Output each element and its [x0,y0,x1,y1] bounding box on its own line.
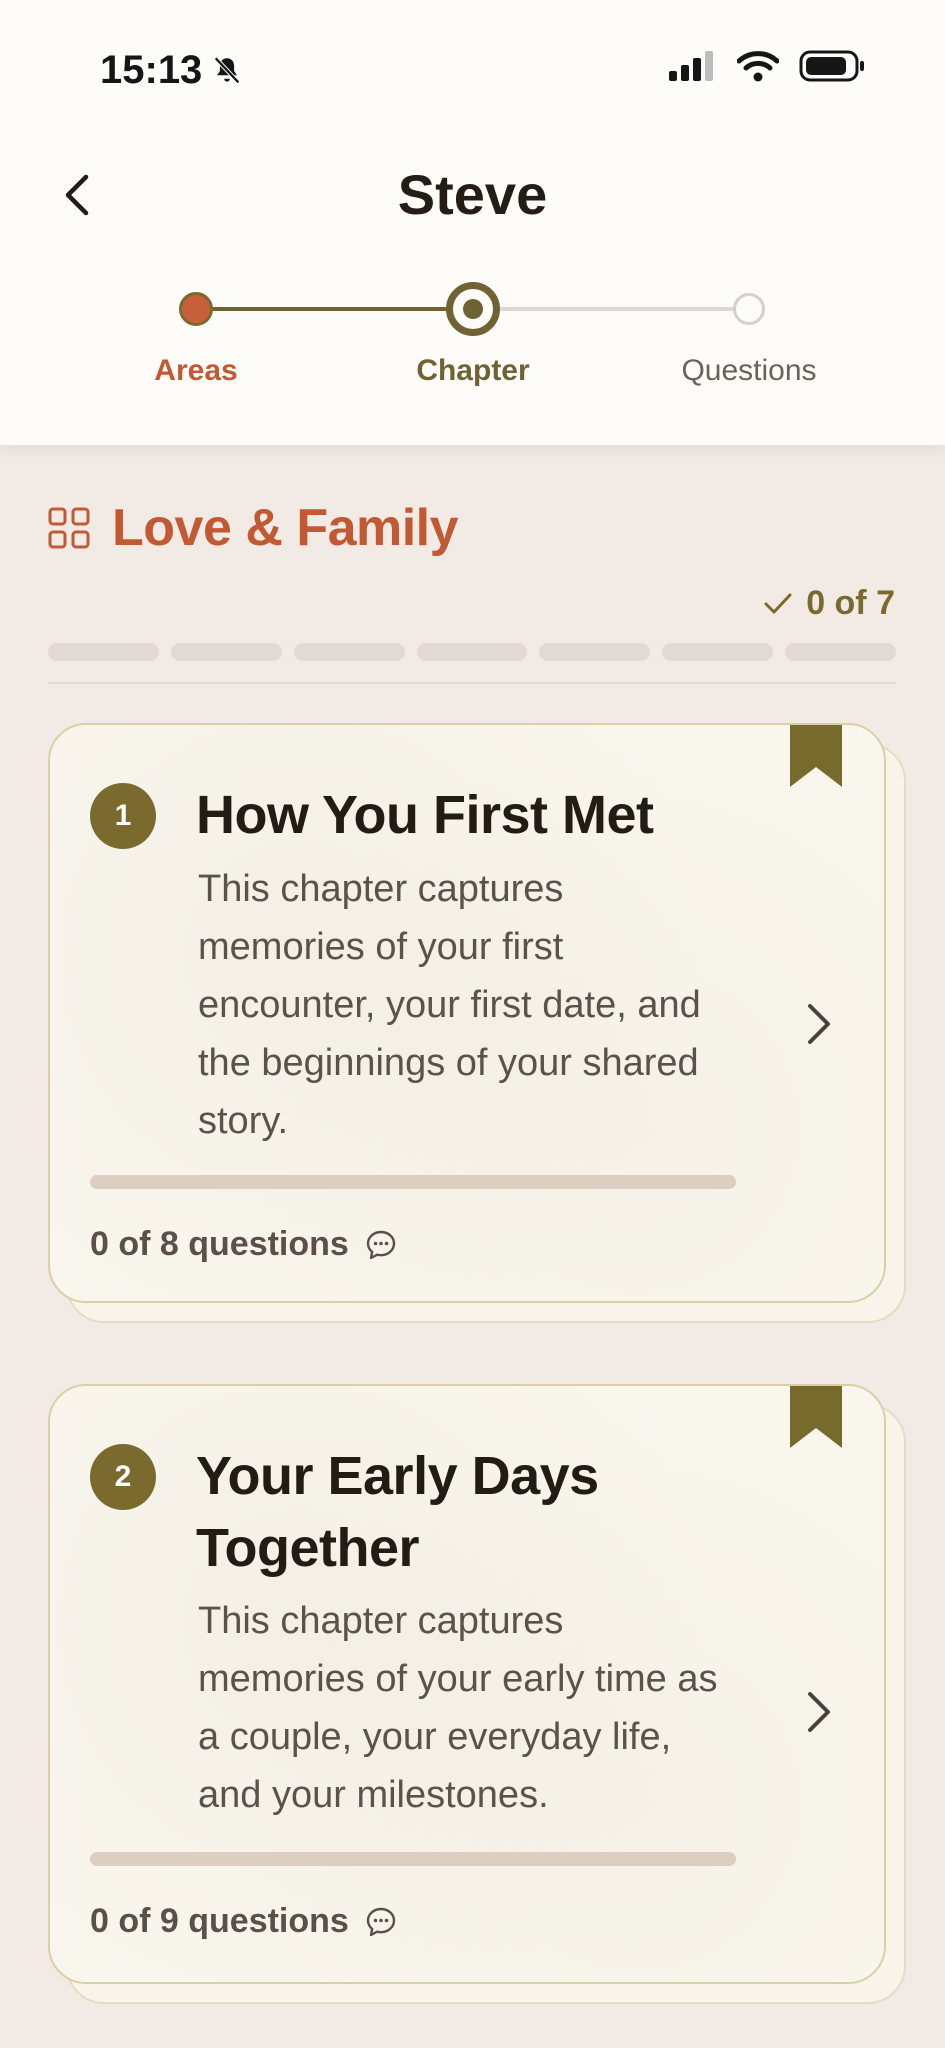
progress-segment [539,643,651,661]
cellular-signal-icon [669,51,713,81]
progress-segments [48,643,897,661]
progress-stepper: Areas Chapter Questions [0,280,945,400]
status-bar-icons [669,50,865,82]
step-label-questions[interactable]: Questions [681,354,816,388]
stepper-line-complete [196,307,473,311]
chevron-right-icon[interactable] [804,1001,834,1047]
progress-segment [170,643,282,661]
chapter-question-count: 0 of 8 questions [90,1225,397,1264]
chapter-card-face[interactable]: 1 How You First Met This chapter capture… [48,723,886,1303]
chapter-title: Your Early Days Together [196,1446,599,1578]
chat-bubble-icon [366,1907,396,1936]
chapter-number-badge: 1 [90,783,156,849]
chapter-number-badge: 2 [90,1444,156,1510]
chat-bubble-icon [366,1230,396,1259]
grid-icon [48,507,90,549]
section-header: Love & Family [48,498,459,558]
step-dot-chapter-center [463,299,483,319]
progress-segment [48,643,159,661]
chapter-question-count-text: 0 of 9 questions [90,1902,349,1940]
battery-icon [799,50,864,82]
chapter-card-1[interactable]: 1 How You First Met This chapter capture… [48,723,906,1323]
step-label-areas[interactable]: Areas [154,354,237,388]
chapter-question-count-text: 0 of 8 questions [90,1225,349,1263]
status-time-text: 15:13 [100,48,203,92]
progress-segment [416,643,528,661]
section-progress: 0 of 7 [764,584,895,623]
chapter-description: This chapter captures memories of your f… [198,868,701,1142]
stepper-line-pending [473,307,749,311]
chapter-progress-bar [90,1175,736,1189]
progress-segment [293,643,405,661]
section-progress-text: 0 of 7 [806,584,895,622]
chapter-title: How You First Met [196,785,654,845]
header: 15:13 Steve Areas Chapter Questions [0,0,945,445]
status-bar-time: 15:13 [100,48,244,93]
chapter-card-2[interactable]: 2 Your Early Days Together This chapter … [48,1384,906,2004]
bookmark-icon [790,1386,842,1448]
chevron-right-icon[interactable] [804,1689,834,1735]
section-title: Love & Family [112,499,459,557]
step-label-chapter[interactable]: Chapter [416,354,529,388]
bookmark-icon [790,725,842,787]
step-dot-questions[interactable] [733,293,765,325]
page-title: Steve [397,163,548,226]
wifi-icon [737,51,779,82]
chapter-description: This chapter captures memories of your e… [198,1600,718,1816]
progress-segment [662,643,774,661]
chapter-question-count: 0 of 9 questions [90,1902,397,1941]
divider [48,682,896,684]
chapter-card-face[interactable]: 2 Your Early Days Together This chapter … [48,1384,886,1984]
chapter-progress-bar [90,1852,736,1866]
progress-segment [785,643,897,661]
checkmark-icon [764,593,792,613]
step-dot-areas[interactable] [179,292,213,326]
bell-muted-icon [214,56,241,84]
step-dot-chapter[interactable] [446,282,500,336]
